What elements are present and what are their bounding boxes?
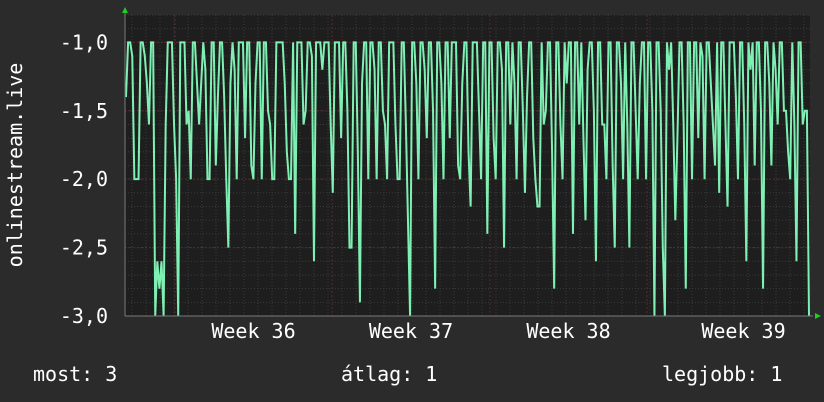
y-tick-label: -2,5 bbox=[60, 236, 108, 260]
footer-average: átlag: 1 bbox=[341, 362, 438, 386]
footer-best: legjobb: 1 bbox=[662, 362, 783, 386]
chart-svg: -1,0-1,5-2,0-2,5-3,0 Week 36 Week 37 Week … bbox=[60, 7, 821, 343]
x-tick-label: Week 36 bbox=[211, 319, 295, 343]
y-tick-label: -1,0 bbox=[60, 30, 108, 54]
x-tick-label: Week 37 bbox=[369, 319, 453, 343]
y-tick-label: -2,0 bbox=[60, 167, 108, 191]
x-tick-label: Week 38 bbox=[526, 319, 610, 343]
y-tick-label: -1,5 bbox=[60, 99, 108, 123]
chart-container: onlinestream.live -1,0 -1,5 -2,0 -2,5 -3,0 W… bbox=[0, 0, 824, 402]
x-tick-label: Week 39 bbox=[701, 319, 785, 343]
footer-current: most: 3 bbox=[33, 362, 118, 386]
y-ticks: -1,0 -1,5 -2,0 -2,5 -3,0 bbox=[60, 30, 108, 328]
y-axis-arrow bbox=[122, 7, 128, 13]
x-ticks: Week 36 Week 37 Week 38 Week 39 bbox=[211, 319, 785, 343]
y-tick-label: -3,0 bbox=[60, 304, 108, 328]
x-axis-arrow bbox=[815, 313, 821, 319]
